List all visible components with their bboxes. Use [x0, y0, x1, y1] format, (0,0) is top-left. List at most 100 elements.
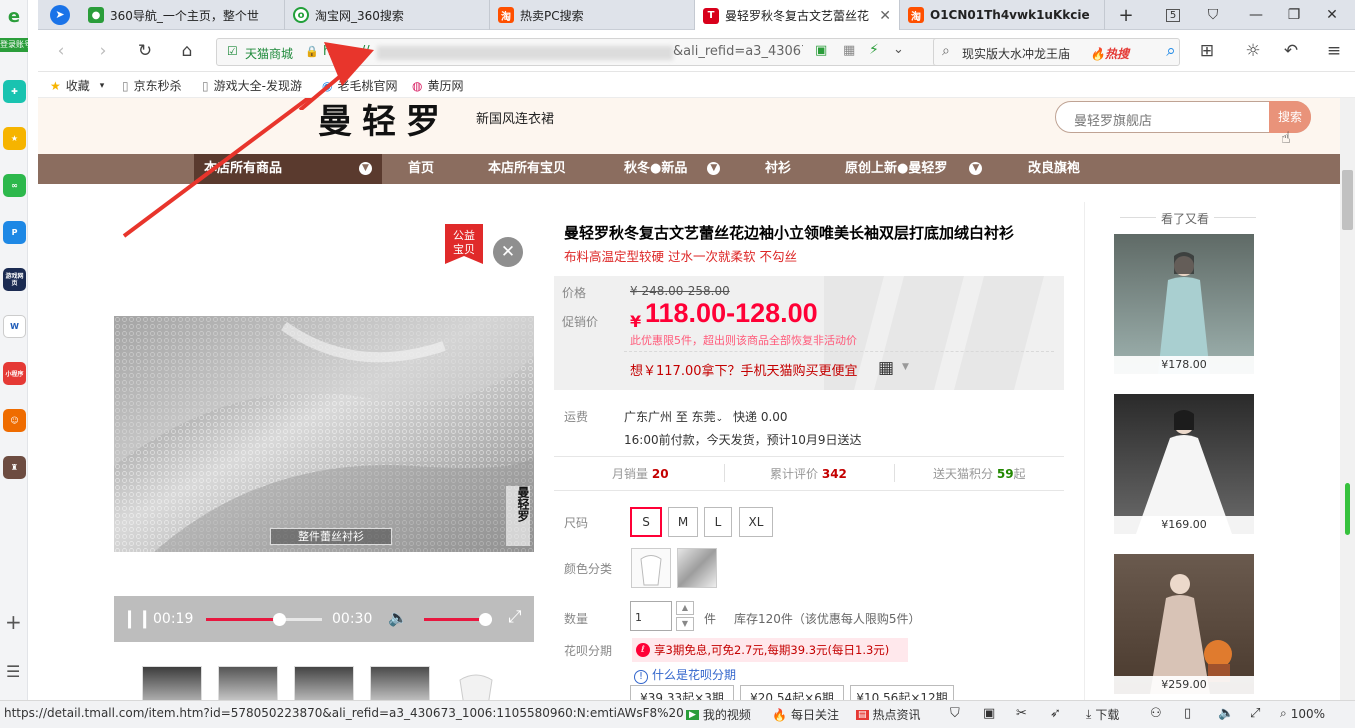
sidebar-menu-icon[interactable]: ☰ [6, 662, 20, 681]
rocket-icon[interactable]: ➶ [1050, 706, 1061, 721]
home-icon[interactable]: ⌂ [174, 38, 200, 64]
speed-icon[interactable]: ⚡ [869, 42, 879, 58]
undo-icon[interactable]: ↶ [1278, 38, 1304, 64]
quantity-input[interactable]: 1 [630, 601, 672, 631]
size-option-xl[interactable]: XL [739, 507, 773, 537]
volume-slider[interactable] [424, 613, 493, 626]
favorites-star-icon[interactable]: ★ [3, 127, 26, 150]
360-logo-icon[interactable]: e [2, 6, 26, 36]
quantity-decrease-button[interactable]: ▼ [676, 617, 694, 631]
volume-handle[interactable] [479, 613, 493, 626]
bookmark-huangli[interactable]: ◍ 黄历网 [412, 77, 464, 94]
tab-hot-pc[interactable]: 淘 热卖PC搜索 [490, 0, 695, 30]
quantity-increase-button[interactable]: ▲ [676, 601, 694, 615]
menu-icon[interactable]: ≡ [1321, 38, 1347, 64]
pause-icon[interactable]: ❙❙ [122, 608, 152, 629]
forward-icon[interactable]: › [90, 38, 116, 64]
game-web-icon[interactable]: 游戏网页 [3, 268, 26, 291]
thumbnail-4[interactable] [370, 666, 430, 700]
reader-icon[interactable]: ▣ [815, 43, 827, 58]
size-option-l[interactable]: L [704, 507, 732, 537]
plus-app-icon[interactable]: ✚ [3, 80, 26, 103]
my-video-button[interactable]: ▶ 我的视频 [686, 706, 751, 723]
hot-search-badge[interactable]: 🔥热搜 [1090, 45, 1129, 62]
shop-logo[interactable]: 曼轻罗 [318, 98, 450, 143]
apps-grid-icon[interactable]: ⊞ [1194, 38, 1220, 64]
search-go-icon[interactable]: ⌕ [1158, 38, 1184, 64]
recommend-item-2[interactable]: ¥169.00 [1114, 394, 1254, 534]
search-box[interactable]: ⌕ 现实版大水冲龙王庙 🔥热搜 [933, 38, 1180, 66]
review-count[interactable]: 累计评价 342 [770, 465, 847, 482]
video-progress-handle[interactable] [273, 613, 287, 626]
minimize-icon[interactable]: — [1238, 0, 1274, 30]
product-video[interactable]: 整件蕾丝衬衫 曼轻罗 [114, 316, 534, 552]
bookmark-games[interactable]: ▯ 游戏大全-发现游 [202, 77, 302, 94]
size-option-m[interactable]: M [668, 507, 698, 537]
hot-news-button[interactable]: ▤ 热点资讯 [856, 706, 921, 723]
nav-original-new[interactable]: 原创上新●曼轻罗 ▼ [845, 154, 983, 184]
thumbnail-5[interactable] [446, 666, 506, 700]
nav-all-items[interactable]: 本店所有宝贝 [488, 154, 566, 184]
page-scrollbar[interactable] [1340, 98, 1355, 700]
qr-icon[interactable]: ▦ [843, 43, 855, 58]
address-bar[interactable]: ☑ 天猫商城 🔒 https:// &ali_refid=a3_43067 ▣ … [216, 38, 958, 66]
close-video-icon[interactable]: ✕ [493, 237, 523, 267]
close-tab-icon[interactable]: ✕ [879, 8, 891, 24]
installment-option-12[interactable]: ¥10.56起×12期 [850, 685, 954, 700]
installment-option-3[interactable]: ¥39.33起×3期 [630, 685, 734, 700]
thumbnail-3[interactable] [294, 666, 354, 700]
nav-all-products[interactable]: 本店所有商品 ▼ [194, 154, 382, 184]
nav-qipao[interactable]: 改良旗袍 [1028, 154, 1080, 184]
browser-logo-icon[interactable]: ➤ [50, 5, 70, 25]
scissors-icon[interactable]: ✂ [1016, 706, 1027, 721]
nav-shirts[interactable]: 衬衫 [765, 154, 791, 184]
download-button[interactable]: ⤓ 下载 [1086, 706, 1119, 723]
color-option-white-shirt[interactable] [631, 548, 671, 588]
thumbnail-2[interactable] [218, 666, 278, 700]
mobile-icon[interactable]: ▯ [1184, 706, 1191, 721]
tab-image[interactable]: 淘 O1CN01Th4vwk1uKkcie [900, 0, 1105, 30]
shipping-route[interactable]: 广东广州 至 东莞⌄ [624, 408, 723, 425]
tab-tmall-product[interactable]: T 曼轻罗秋冬复古文艺蕾丝花 ✕ [695, 0, 900, 31]
game-character-icon[interactable]: ☺ [3, 409, 26, 432]
tab-360-nav[interactable]: ● 360导航_一个主页，整个世 [80, 0, 285, 30]
installment-option-6[interactable]: ¥20.54起×6期 [740, 685, 844, 700]
tab-360-search[interactable]: o 淘宝网_360搜索 [285, 0, 490, 30]
back-icon[interactable]: ‹ [48, 38, 74, 64]
brightness-icon[interactable]: ☼ [1240, 38, 1266, 64]
scrollbar-thumb[interactable] [1342, 170, 1353, 230]
daily-focus-button[interactable]: 🔥 每日关注 [772, 706, 839, 723]
installment-help-link[interactable]: ! 什么是花呗分期 [634, 666, 736, 684]
p-app-icon[interactable]: P [3, 221, 26, 244]
recommend-item-3[interactable]: ¥259.00 [1114, 554, 1254, 694]
zoom-control[interactable]: ⌕ 100% [1280, 706, 1325, 721]
tab-counter[interactable]: 5 [1155, 0, 1191, 30]
refresh-icon[interactable]: ↻ [132, 38, 158, 64]
mute-icon[interactable]: 🔈 [1218, 706, 1234, 721]
close-window-icon[interactable]: ✕ [1314, 0, 1350, 30]
fullscreen-icon[interactable]: ⤢ [1250, 706, 1260, 721]
mobile-deal[interactable]: 想￥117.00拿下？手机天猫购买更便宜 [630, 360, 858, 379]
add-sidebar-icon[interactable]: + [5, 610, 22, 634]
shield-icon[interactable]: ⛉ [950, 706, 960, 721]
login-account-label[interactable]: 登录账号 [0, 38, 28, 52]
nav-autumn-new[interactable]: 秋冬●新品 ▼ [624, 154, 721, 184]
video-progress-bar[interactable] [206, 613, 322, 626]
shirt-icon[interactable]: ⛉ [1195, 0, 1231, 30]
screenshot-icon[interactable]: ▣ [983, 706, 995, 721]
size-option-s[interactable]: S [630, 507, 662, 537]
word-doc-icon[interactable]: W [3, 315, 26, 338]
mini-program-icon[interactable]: 小程序 [3, 362, 26, 385]
bookmark-favorites[interactable]: ★ 收藏 ▾ [50, 77, 109, 94]
qr-code-icon[interactable]: ▦ [878, 358, 894, 378]
game-castle-icon[interactable]: ♜ [3, 456, 26, 479]
maximize-icon[interactable]: ❐ [1276, 0, 1312, 30]
bookmark-jd[interactable]: ▯ 京东秒杀 [122, 77, 182, 94]
chevron-down-icon[interactable]: ⌄ [893, 42, 904, 57]
mask-icon[interactable]: ⚇ [1150, 706, 1162, 721]
new-tab-button[interactable]: + [1108, 0, 1144, 30]
nav-home[interactable]: 首页 [408, 154, 434, 184]
cloud-icon[interactable]: ∞ [3, 174, 26, 197]
recommend-item-1[interactable]: ¥178.00 [1114, 234, 1254, 374]
volume-icon[interactable]: 🔈 [388, 608, 408, 627]
